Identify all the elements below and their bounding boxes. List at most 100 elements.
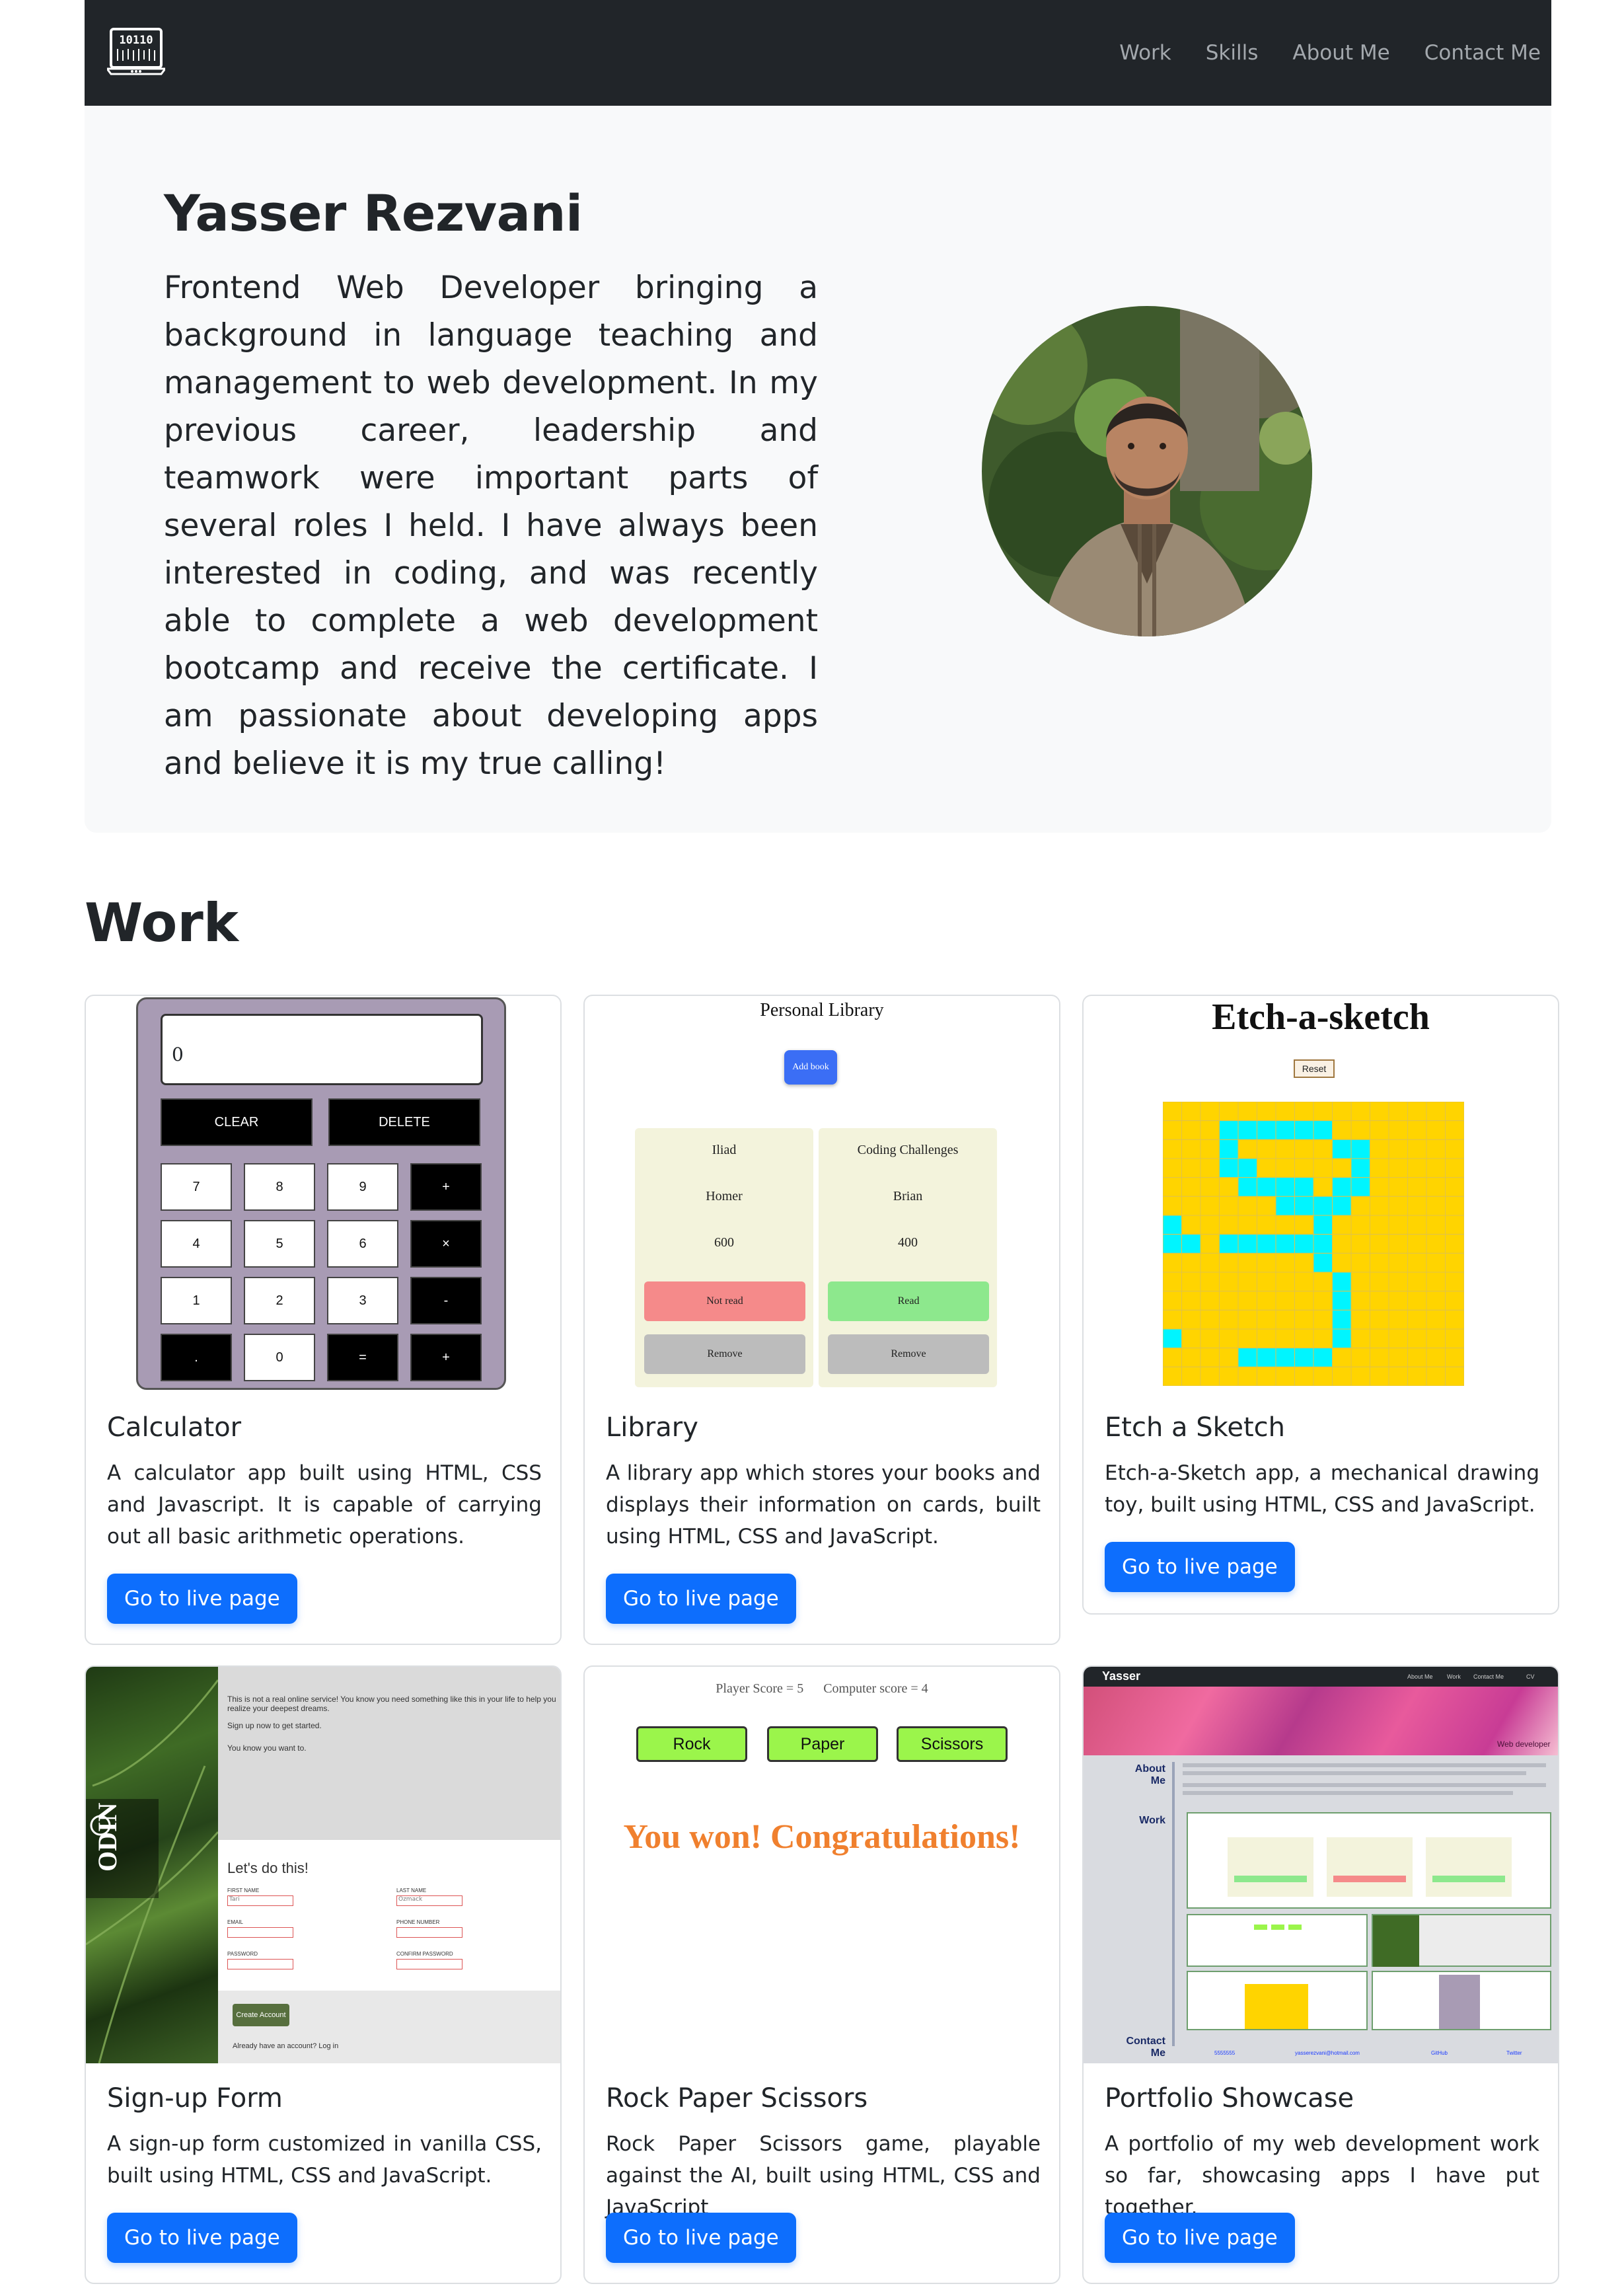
field-label: CONFIRM PASSWORD xyxy=(396,1951,453,1957)
etch-cell xyxy=(1445,1177,1464,1197)
etch-cell xyxy=(1370,1366,1389,1386)
etch-cell xyxy=(1219,1196,1239,1216)
etch-cell xyxy=(1181,1196,1201,1216)
etch-cell xyxy=(1332,1196,1352,1216)
etch-cell xyxy=(1257,1252,1276,1273)
live-page-button[interactable]: Go to live page xyxy=(606,1574,796,1624)
etch-cell xyxy=(1257,1348,1276,1367)
etch-cell xyxy=(1257,1366,1276,1386)
etch-cell xyxy=(1294,1158,1314,1178)
etch-cell xyxy=(1426,1272,1446,1292)
etch-cell xyxy=(1313,1102,1333,1122)
etch-cell xyxy=(1181,1291,1201,1311)
etch-cell xyxy=(1313,1252,1333,1273)
etch-cell xyxy=(1294,1120,1314,1140)
etch-cell xyxy=(1388,1328,1408,1349)
etch-cell xyxy=(1332,1120,1352,1140)
etch-cell xyxy=(1332,1328,1352,1349)
brand-logo-icon[interactable]: 10110 xyxy=(105,26,167,77)
sign-up-preview[interactable]: ODIN This is not a real online service! … xyxy=(86,1667,560,2063)
work-section-title: Work xyxy=(85,892,239,954)
etch-cell xyxy=(1163,1196,1182,1216)
nav-link-about[interactable]: About Me xyxy=(1292,41,1389,65)
portfolio-contact-item: 5555555 xyxy=(1214,2050,1236,2056)
etch-cell xyxy=(1181,1120,1201,1140)
etch-cell xyxy=(1163,1177,1182,1197)
etch-cell xyxy=(1237,1309,1257,1330)
calculator-key: 5 xyxy=(244,1220,315,1268)
live-page-button[interactable]: Go to live page xyxy=(107,1574,297,1624)
etch-cell xyxy=(1275,1309,1295,1330)
etch-cell xyxy=(1257,1139,1276,1159)
library-preview-title: Personal Library xyxy=(760,1000,884,1020)
etch-cell xyxy=(1445,1252,1464,1273)
book-status-button: Read xyxy=(828,1281,989,1321)
etch-cell xyxy=(1407,1366,1427,1386)
project-card-library: Personal Library Add book Iliad Homer 60… xyxy=(583,995,1060,1645)
etch-cell xyxy=(1350,1366,1370,1386)
live-page-button[interactable]: Go to live page xyxy=(1105,1542,1295,1592)
etch-cell xyxy=(1219,1158,1239,1178)
etch-drawing-grid xyxy=(1163,1102,1464,1386)
etch-cell xyxy=(1426,1139,1446,1159)
etch-cell xyxy=(1275,1120,1295,1140)
etch-cell xyxy=(1294,1366,1314,1386)
etch-a-sketch-preview[interactable]: Etch-a-sketch Reset xyxy=(1084,996,1558,1393)
etch-cell xyxy=(1257,1309,1276,1330)
calculator-delete-key: DELETE xyxy=(328,1098,480,1146)
rock-paper-scissors-preview[interactable]: Player Score = 5 Computer score = 4 Rock… xyxy=(585,1667,1059,2063)
etch-cell xyxy=(1407,1291,1427,1311)
etch-cell xyxy=(1350,1120,1370,1140)
portfolio-nav-item: Work xyxy=(1447,1673,1461,1680)
etch-cell xyxy=(1237,1348,1257,1367)
confirm-password-field xyxy=(396,1959,462,1969)
hero-section: Yasser Rezvani Frontend Web Developer br… xyxy=(85,106,1551,833)
portfolio-tagline: Web developer xyxy=(1497,1739,1551,1749)
etch-cell xyxy=(1219,1272,1239,1292)
calculator-key: . xyxy=(161,1334,232,1381)
etch-cell xyxy=(1350,1291,1370,1311)
calculator-preview[interactable]: 0 CLEAR DELETE 7 8 9 + 4 5 6 × 1 2 3 - .… xyxy=(86,996,560,1393)
etch-cell xyxy=(1257,1177,1276,1197)
etch-cell xyxy=(1445,1272,1464,1292)
etch-cell xyxy=(1426,1291,1446,1311)
etch-cell xyxy=(1275,1291,1295,1311)
password-field xyxy=(227,1959,293,1969)
live-page-button[interactable]: Go to live page xyxy=(107,2213,297,2263)
book-remove-button: Remove xyxy=(828,1334,989,1374)
etch-cell xyxy=(1275,1252,1295,1273)
login-text: Already have an account? Log in xyxy=(233,2042,339,2050)
etch-cell xyxy=(1163,1309,1182,1330)
project-card-sign-up-form: ODIN This is not a real online service! … xyxy=(85,1665,562,2284)
live-page-button[interactable]: Go to live page xyxy=(1105,2213,1295,2263)
etch-cell xyxy=(1313,1291,1333,1311)
nav-link-work[interactable]: Work xyxy=(1119,41,1171,65)
odin-logo: ODIN xyxy=(92,1802,122,1872)
etch-cell xyxy=(1332,1234,1352,1254)
calculator-key: 9 xyxy=(327,1163,398,1211)
etch-cell xyxy=(1407,1102,1427,1122)
etch-cell xyxy=(1181,1139,1201,1159)
etch-cell xyxy=(1200,1102,1220,1122)
etch-cell xyxy=(1275,1196,1295,1216)
library-preview[interactable]: Personal Library Add book Iliad Homer 60… xyxy=(585,996,1059,1393)
etch-cell xyxy=(1370,1196,1389,1216)
live-page-button[interactable]: Go to live page xyxy=(606,2213,796,2263)
etch-cell xyxy=(1407,1252,1427,1273)
etch-cell xyxy=(1407,1309,1427,1330)
portfolio-preview[interactable]: Yasser About Me Work Contact Me CV Web d… xyxy=(1084,1667,1558,2063)
etch-cell xyxy=(1294,1291,1314,1311)
sign-up-footer: Create Account Already have an account? … xyxy=(218,1991,560,2063)
fern-background: ODIN xyxy=(86,1667,219,2063)
nav-link-skills[interactable]: Skills xyxy=(1206,41,1259,65)
etch-cell xyxy=(1181,1252,1201,1273)
etch-cell xyxy=(1445,1158,1464,1178)
portfolio-contact-item: yasserezvani@hotmail.com xyxy=(1295,2050,1360,2056)
etch-cell xyxy=(1407,1177,1427,1197)
hero-bio: Frontend Web Developer bringing a backgr… xyxy=(164,270,818,782)
last-name-field: Ozmack xyxy=(396,1895,462,1906)
etch-cell xyxy=(1370,1139,1389,1159)
nav-link-contact[interactable]: Contact Me xyxy=(1424,41,1541,65)
etch-cell xyxy=(1388,1309,1408,1330)
etch-cell xyxy=(1163,1139,1182,1159)
